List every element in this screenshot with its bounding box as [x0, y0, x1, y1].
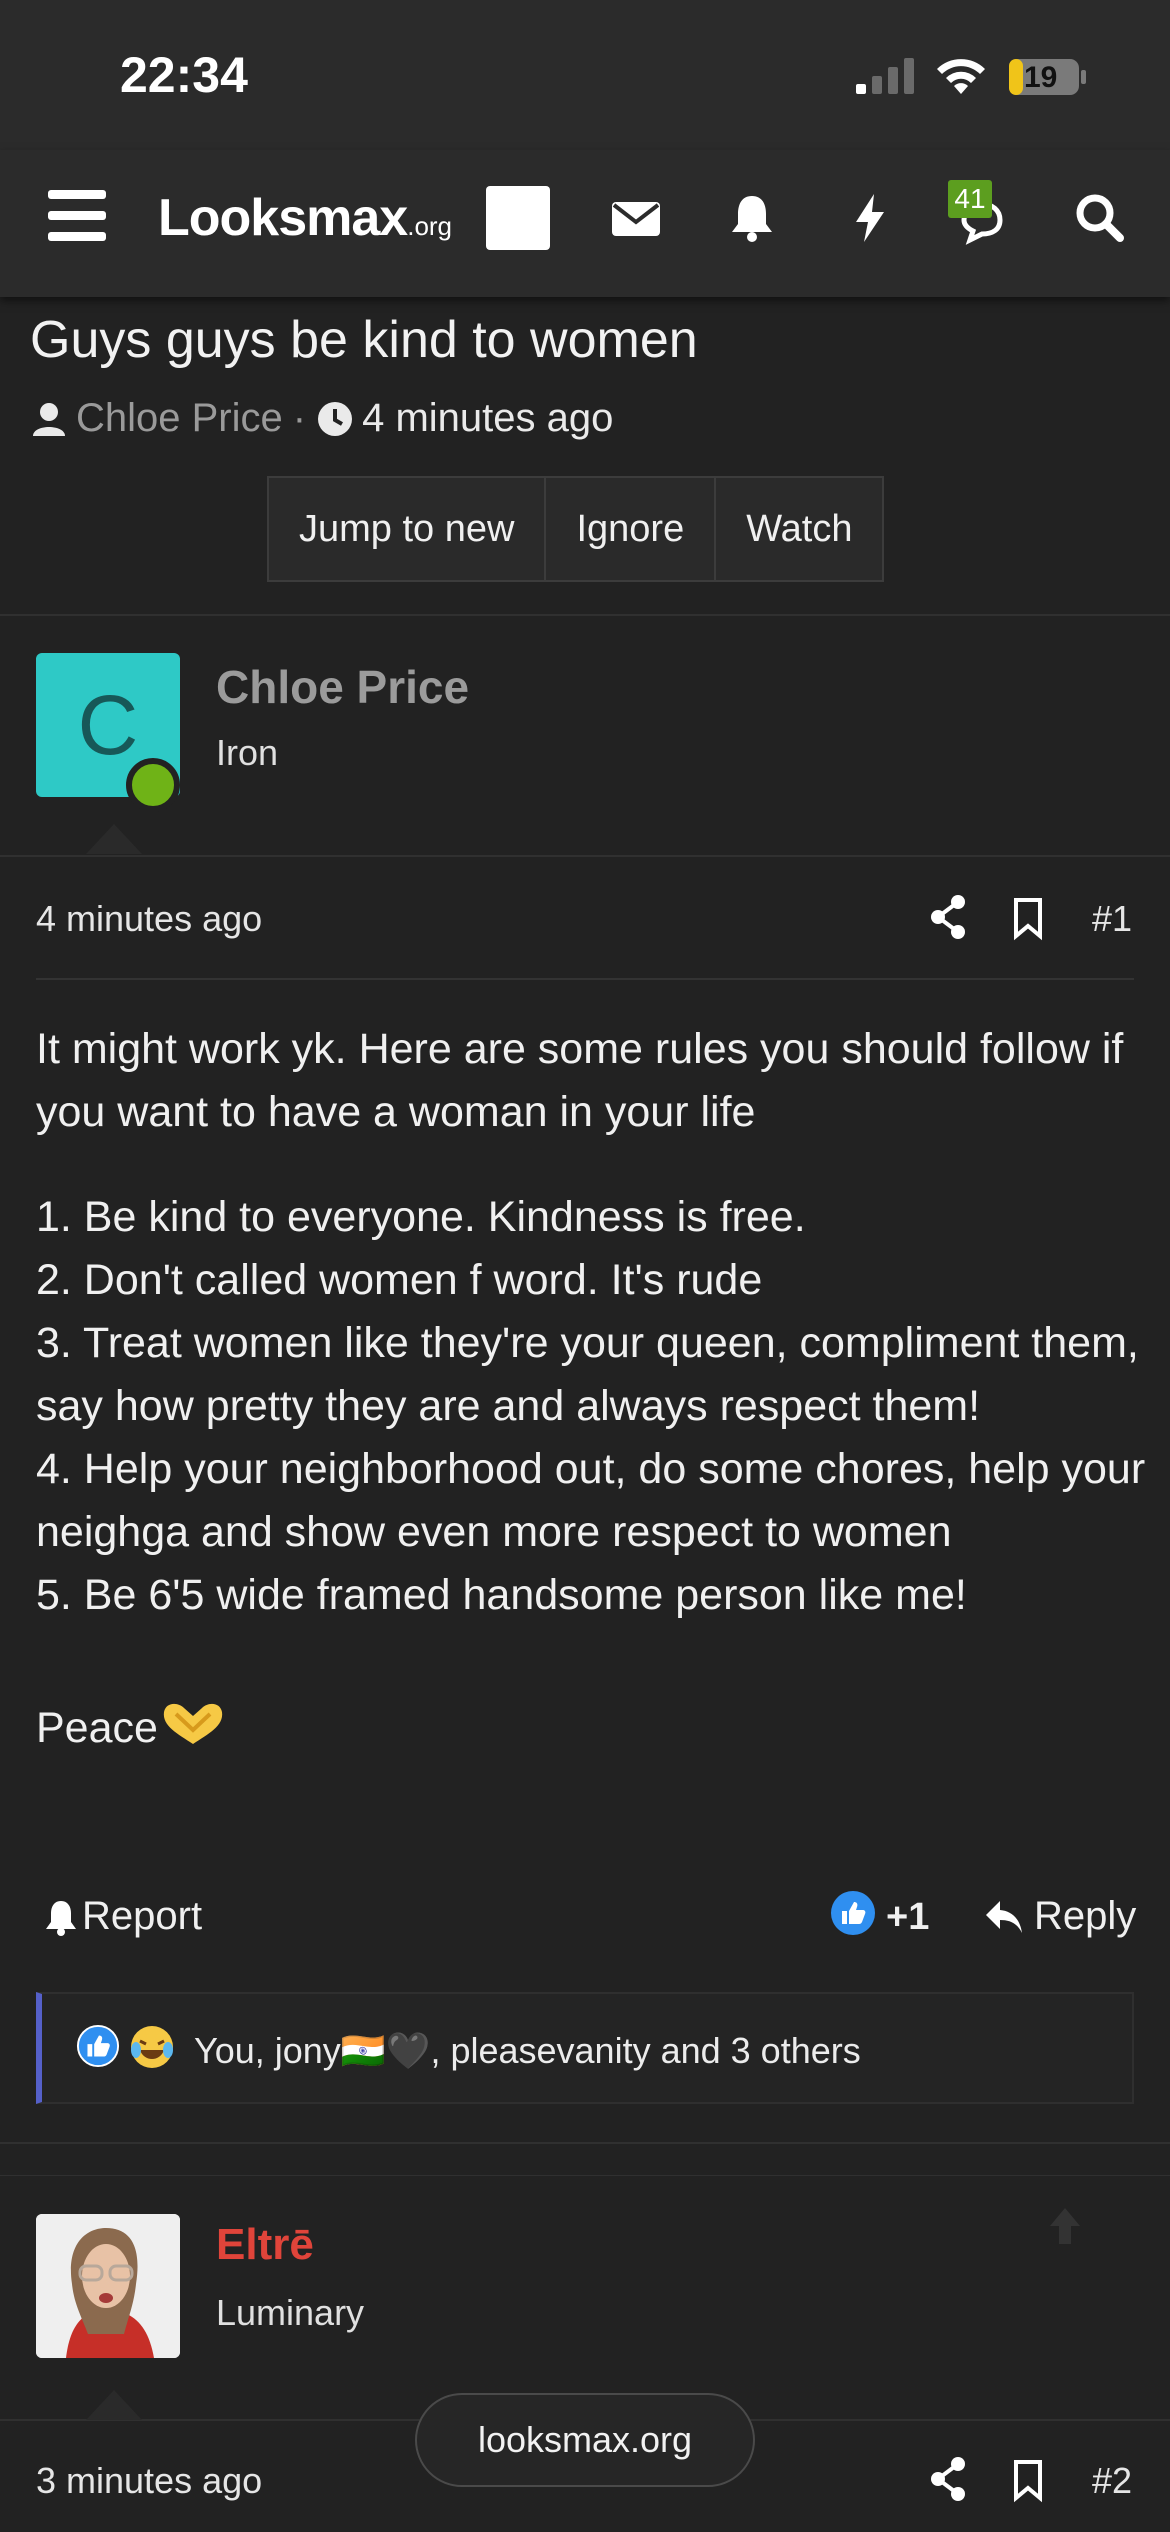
reply-label: Reply	[1034, 1894, 1137, 1938]
bookmark-icon[interactable]	[1010, 2454, 1046, 2504]
wifi-icon	[937, 59, 985, 94]
post-line: Peace	[36, 1704, 158, 1752]
watch-button[interactable]: Watch	[716, 478, 882, 580]
post-2-date[interactable]: 3 minutes ago	[36, 2460, 262, 2502]
envelope-icon[interactable]	[608, 190, 664, 246]
logo-suffix: .org	[407, 211, 453, 241]
search-icon[interactable]	[1072, 190, 1128, 246]
jump-to-new-button[interactable]: Jump to new	[269, 478, 547, 580]
report-label: Report	[82, 1894, 203, 1938]
thread-title: Guys guys be kind to women	[30, 311, 698, 369]
thread-button-group: Jump to new Ignore Watch	[267, 476, 885, 582]
bookmark-icon[interactable]	[1010, 892, 1046, 942]
browser-url-pill[interactable]: looksmax.org	[415, 2393, 755, 2487]
reactions-text: You, jony🇮🇳🖤, pleasevanity and 3 others	[194, 2030, 861, 2071]
reaction-icons	[76, 2024, 176, 2070]
divider	[0, 614, 1170, 616]
divider	[0, 2142, 1170, 2144]
divider	[0, 855, 1170, 857]
post-1-number[interactable]: #1	[1092, 898, 1132, 940]
like-count[interactable]: +1	[886, 1896, 929, 1939]
share-icon[interactable]	[928, 892, 968, 942]
post-line: 3. Treat women like they're your queen, …	[36, 1319, 1139, 1430]
post-line: 1. Be kind to everyone. Kindness is free…	[36, 1193, 806, 1241]
share-icon[interactable]	[928, 2454, 968, 2504]
post-line: 5. Be 6'5 wide framed handsome person li…	[36, 1571, 967, 1619]
post-separator	[36, 978, 1134, 980]
report-button[interactable]: Report	[44, 1894, 202, 1939]
post-2-user-title: Luminary	[216, 2292, 365, 2333]
battery-level: 19	[1024, 61, 1058, 94]
chat-badge: 41	[948, 180, 992, 218]
bolt-icon[interactable]	[842, 190, 898, 246]
post-1-username[interactable]: Chloe Price	[216, 660, 469, 714]
laughing-crying-icon	[131, 2026, 173, 2068]
user-block-pointer	[86, 824, 142, 854]
post-line: 4. Help your neighborhood out, do some c…	[36, 1445, 1146, 1556]
post-2-number[interactable]: #2	[1092, 2460, 1132, 2502]
scroll-to-top-icon[interactable]	[1040, 2200, 1090, 2250]
thread-author[interactable]: Chloe Price	[76, 396, 283, 441]
online-indicator	[126, 758, 180, 812]
thread-meta: Chloe Price · 4 minutes ago	[30, 396, 613, 441]
blank-square-button[interactable]	[486, 186, 550, 250]
cellular-signal-icon	[856, 58, 914, 94]
heart-hands-icon	[163, 1703, 223, 1744]
ignore-button[interactable]: Ignore	[546, 478, 717, 580]
avatar[interactable]	[36, 2214, 180, 2358]
post-line-sign-off: Peace	[36, 1697, 1146, 1760]
post-1-body: It might work yk. Here are some rules yo…	[36, 1018, 1146, 1760]
post-1-date[interactable]: 4 minutes ago	[36, 898, 262, 940]
post-line: 2. Don't called women f word. It's rude	[36, 1256, 763, 1304]
like-icon	[76, 2024, 120, 2068]
post-1-user-title: Iron	[216, 732, 279, 773]
clock-icon	[318, 401, 353, 436]
like-icon[interactable]	[830, 1890, 876, 1936]
user-icon	[33, 402, 65, 436]
battery-indicator: 19	[1008, 58, 1088, 96]
user-block-pointer	[86, 2390, 142, 2420]
logo-main: Looksmax	[158, 189, 408, 247]
bell-icon	[46, 1900, 76, 1936]
post-line: It might work yk. Here are some rules yo…	[36, 1025, 1124, 1136]
reply-button[interactable]: Reply	[984, 1894, 1136, 1939]
site-header: Looksmax.org	[0, 150, 1170, 297]
meta-separator: ·	[292, 396, 307, 440]
menu-icon[interactable]	[48, 190, 108, 246]
reply-icon	[986, 1900, 1022, 1933]
avatar-photo-icon	[36, 2214, 180, 2358]
bell-icon[interactable]	[724, 190, 780, 246]
status-time: 22:34	[120, 47, 248, 103]
post-2-username[interactable]: Eltrē	[216, 2220, 314, 2270]
site-logo[interactable]: Looksmax.org	[158, 188, 452, 248]
status-bar: 22:34 19	[0, 0, 1170, 150]
thread-time: 4 minutes ago	[362, 396, 614, 440]
reactions-bar[interactable]: You, jony🇮🇳🖤, pleasevanity and 3 others	[36, 1992, 1134, 2104]
